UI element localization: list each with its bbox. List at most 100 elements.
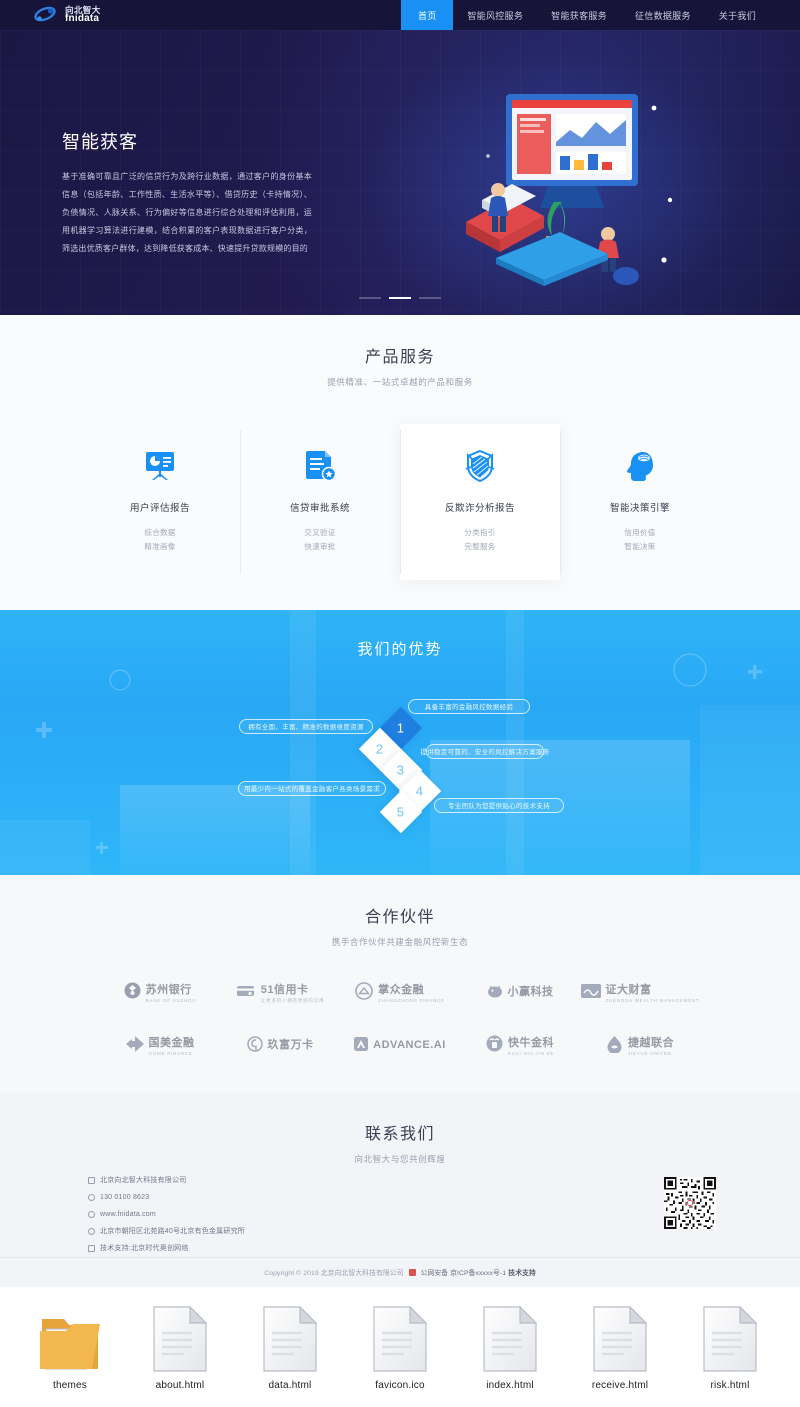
partner-name-cn: 玖富万卡 [267, 1039, 314, 1052]
partner-text: 证大财富 ZHENGDA WEALTH MANAGEMENT [606, 984, 700, 1003]
products-title: 产品服务 [364, 349, 435, 366]
partner-name-en: 让更多的人拥有更好的信用 [260, 997, 325, 1003]
product-card-1[interactable]: 信贷审批系统交叉验证 快速审批 [240, 424, 400, 580]
hero-illustration [448, 82, 708, 297]
contact-row-4: 技术支持:北京时代奥创网络 [88, 1240, 245, 1257]
advantage-pill-5: 专业团队为您提供贴心的技术支持 [434, 797, 564, 813]
product-meta: 信用价值 智能决策 [566, 526, 714, 554]
nav-item-2[interactable]: 智能获客服务 [537, 0, 621, 30]
desktop-file-5[interactable]: receive.html [583, 1301, 657, 1391]
partner-text: 捷越联合 JIEYUE UNITED [628, 1037, 674, 1056]
partner-name-cn: 证大财富 [605, 983, 652, 996]
contact-text: www.fnidata.com [100, 1210, 156, 1218]
partner-logo-8[interactable]: 快牛金科 KUAI NIU JIN KE [460, 1035, 580, 1058]
partner-logo-0[interactable]: 苏州银行 BANK OF SUZHOU [100, 982, 220, 1005]
partner-text: 国美金融 GOME FINANCE [149, 1037, 195, 1056]
partner-name-en: ZHANGZHONG FINANCE [378, 997, 445, 1003]
advantage-pill-2: 拥有全面、丰富、精准的数据维度资源 [239, 718, 373, 734]
shield-icon [406, 446, 554, 486]
hero-copy: 智能获客 基于准确可靠且广泛的信贷行为及跨行业数据，通过客户的身份基本信息（包括… [62, 128, 312, 258]
nav-item-1[interactable]: 智能风控服务 [453, 0, 537, 30]
partner-name-cn: 51信用卡 [260, 983, 309, 996]
contact-text: 130 0100 8623 [100, 1193, 150, 1201]
product-card-2[interactable]: 反欺诈分析报告 分类指引 完整服务 [400, 424, 560, 580]
advantage-step-number: 2 [376, 741, 384, 757]
hero-slide-dot-1[interactable] [389, 297, 411, 299]
partner-name-cn: ADVANCE.AI [373, 1039, 446, 1052]
globe-icon [88, 1210, 95, 1218]
nav-item-3[interactable]: 征信数据服务 [621, 0, 705, 30]
nav-item-4[interactable]: 关于我们 [705, 0, 770, 30]
partners-grid: 苏州银行 BANK OF SUZHOU 51信用卡 让更多的人拥有更好的信用 掌众金融 Z… [100, 981, 700, 1058]
partner-name-en: BANK OF SUZHOU [145, 997, 197, 1003]
partner-name-cn: 苏州银行 [145, 983, 192, 996]
logo-mark-icon [34, 5, 60, 25]
desktop-file-3[interactable]: favicon.ico [363, 1301, 437, 1391]
desktop-file-label: index.html [486, 1379, 534, 1391]
products-heading: 产品服务 提供精准、一站式卓越的产品和服务 [0, 343, 800, 388]
products-subtitle: 提供精准、一站式卓越的产品和服务 [327, 377, 473, 387]
site-logo[interactable]: 向北智大 fnidata [0, 0, 101, 30]
advantage-section: 我们的优势 1 2 3 4 5 具备丰富的金融风控数据经验 拥有全面、丰富、精准的数据维度资… [0, 609, 800, 875]
nav-item-0[interactable]: 首页 [401, 0, 454, 30]
desktop-file-label: risk.html [710, 1379, 750, 1391]
contact-row-3: 北京市朝阳区北苑路40号北京有色金属研究所 [88, 1223, 245, 1240]
logo-text: 向北智大 fnidata [65, 6, 101, 25]
card-stack-icon [236, 984, 256, 1003]
desktop-file-6[interactable]: risk.html [693, 1301, 767, 1391]
partner-text: 51信用卡 让更多的人拥有更好的信用 [261, 984, 325, 1003]
desktop-file-0[interactable]: themes [33, 1301, 107, 1391]
footer-copyright: Copyright © 2019 北京向北智大科技有限公司 [264, 1269, 404, 1277]
product-meta-line-2: 智能决策 [624, 541, 656, 551]
partner-text: ADVANCE.AI [373, 1039, 446, 1053]
circle-nine-icon [246, 1036, 263, 1057]
contact-text: 北京向北智大科技有限公司 [100, 1177, 187, 1185]
desktop-file-4[interactable]: index.html [473, 1301, 547, 1391]
partners-subtitle: 携手合作伙伴共建金融风控新生态 [331, 936, 469, 947]
advantage-step-number: 3 [397, 762, 405, 778]
partner-logo-7[interactable]: ADVANCE.AI [340, 1035, 460, 1058]
hero-title: 智能获客 [62, 132, 138, 152]
partner-logo-9[interactable]: 捷越联合 JIEYUE UNITED [580, 1035, 700, 1058]
product-meta-line-2: 完整服务 [464, 541, 496, 551]
partner-logo-1[interactable]: 51信用卡 让更多的人拥有更好的信用 [220, 982, 340, 1005]
partner-logo-3[interactable]: 小赢科技 [460, 982, 580, 1005]
desktop-file-label: data.html [268, 1379, 312, 1391]
advantage-step-number: 1 [397, 720, 405, 736]
ox-circle-icon [486, 1035, 503, 1057]
desktop-file-2[interactable]: data.html [253, 1301, 327, 1391]
footer-support-link[interactable]: 技术支持 [508, 1270, 536, 1277]
hero-slide-dot-2[interactable] [419, 297, 441, 299]
police-badge-icon [408, 1268, 416, 1276]
partner-logo-4[interactable]: 证大财富 ZHENGDA WEALTH MANAGEMENT [580, 982, 700, 1005]
product-meta: 综合数据 精准画像 [86, 526, 234, 554]
desktop-file-label: about.html [155, 1379, 205, 1391]
partner-name-en: KUAI NIU JIN KE [508, 1050, 554, 1056]
desktop-file-1[interactable]: about.html [143, 1301, 217, 1391]
qr-code [664, 1176, 716, 1229]
product-meta-line-1: 交叉验证 [304, 528, 336, 537]
desktop-file-row: themes about.html data.html favicon.ico inde… [0, 1286, 800, 1407]
product-meta: 交叉验证 快速审批 [246, 526, 394, 554]
wrench-icon [88, 1244, 95, 1252]
partner-name-cn: 快牛金科 [508, 1036, 554, 1049]
contact-row-0: 北京向北智大科技有限公司 [88, 1172, 245, 1189]
footer-police-record[interactable]: 公网安备 京ICP备xxxxx号-1 [421, 1270, 507, 1277]
product-card-3[interactable]: 智能决策引擎 信用价值 智能决策 [560, 424, 720, 580]
site-header: 向北智大 fnidata 首页 智能风控服务 智能获客服务 征信数据服务 关于我们 [0, 0, 800, 30]
droplet-icon [606, 1035, 623, 1058]
product-name: 信贷审批系统 [289, 503, 350, 514]
partner-text: 苏州银行 BANK OF SUZHOU [146, 984, 197, 1003]
hero-slide-dot-0[interactable] [359, 297, 381, 299]
presentation-chart-icon [86, 446, 234, 486]
square-wave-icon [580, 983, 601, 1003]
partner-logo-6[interactable]: 玖富万卡 [220, 1035, 340, 1058]
partner-logo-2[interactable]: 掌众金融 ZHANGZHONG FINANCE [340, 981, 460, 1005]
partner-logo-5[interactable]: 国美金融 GOME FINANCE [100, 1035, 220, 1058]
partner-name-en: GOME FINANCE [148, 1050, 193, 1056]
desktop-file-label: receive.html [591, 1379, 649, 1391]
contact-row-2: www.fnidata.com [88, 1206, 245, 1223]
partner-name-cn: 国美金融 [148, 1036, 195, 1049]
product-card-0[interactable]: 用户评估报告 综合数据 精准画像 [80, 424, 240, 580]
product-meta-line-2: 精准画像 [144, 541, 176, 551]
